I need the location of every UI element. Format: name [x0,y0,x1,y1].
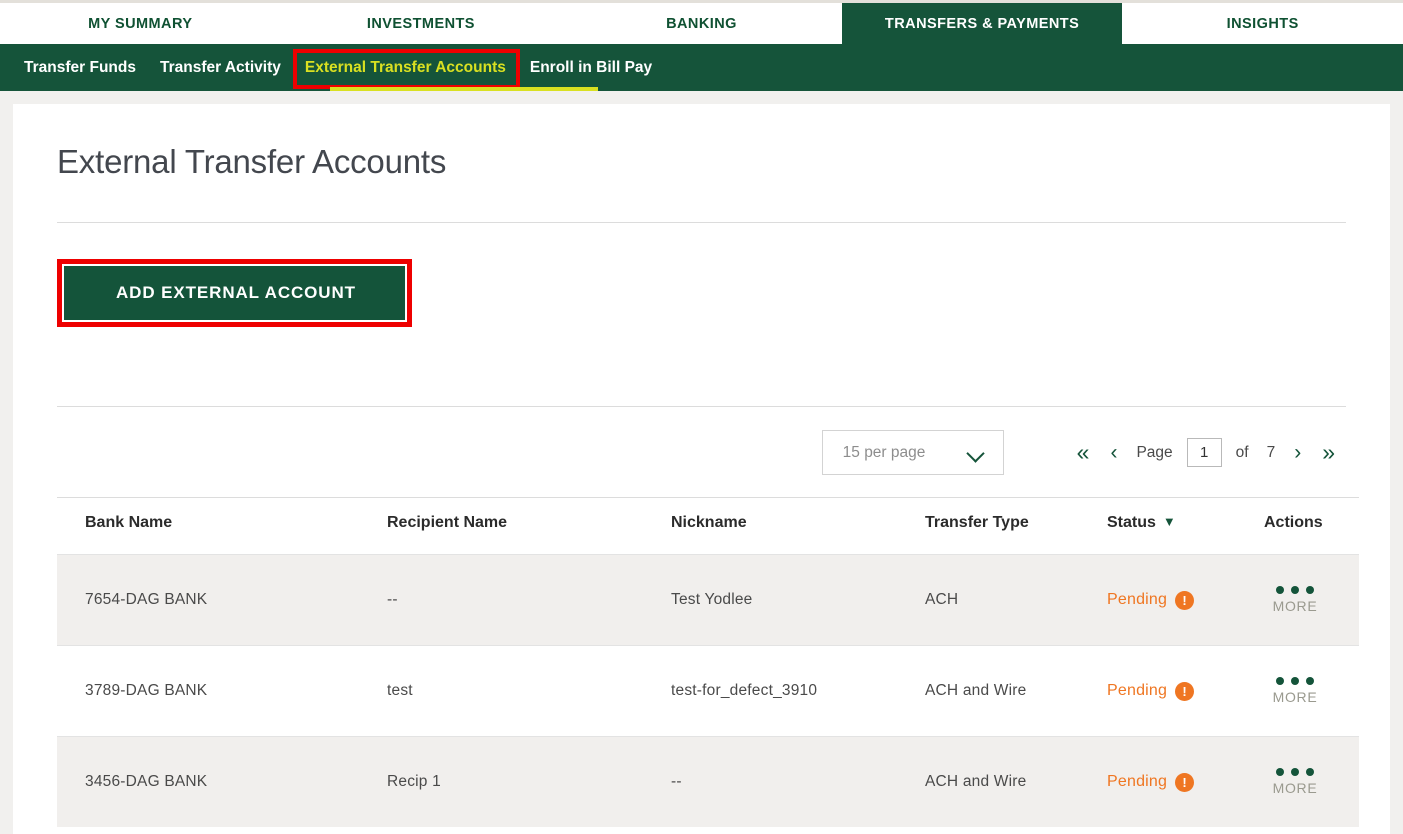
cell-status: Pending! [1107,554,1264,646]
cell-actions: MORE [1264,736,1359,827]
table-row: 7654-DAG BANK -- Test Yodlee ACH Pending! MOR… [57,554,1359,646]
page-title: External Transfer Accounts [57,143,447,180]
table-body: 7654-DAG BANK -- Test Yodlee ACH Pending! MOR… [57,554,1359,827]
of-label: of [1235,443,1249,461]
cell-nickname: -- [671,736,925,827]
cell-bank-name: 7654-DAG BANK [57,554,387,646]
subnav-item-enroll-in-bill-pay[interactable]: Enroll in Bill Pay [518,54,664,82]
external-accounts-table: Bank Name Recipient Name Nickname Transfer … [57,497,1359,827]
more-actions-button[interactable]: MORE [1264,677,1326,705]
sort-descending-icon[interactable]: ▼ [1163,514,1176,529]
column-header-label: Actions [1264,514,1323,531]
three-dots-icon [1276,586,1314,594]
status-text: Pending [1107,591,1168,608]
more-actions-button[interactable]: MORE [1264,586,1326,614]
first-page-icon[interactable]: « [1066,441,1101,464]
status-text: Pending [1107,773,1168,790]
more-label: MORE [1272,598,1318,614]
column-header-label: Bank Name [85,514,173,531]
column-header-actions[interactable]: Actions [1264,497,1359,555]
per-page-label: 15 per page [842,443,926,461]
chevron-down-icon [968,447,985,458]
primary-navigation: MY SUMMARY INVESTMENTS BANKING TRANSFERS & … [0,0,1403,44]
total-pages: 7 [1266,443,1276,461]
primary-tab-banking[interactable]: BANKING [561,3,842,44]
alert-exclamation-icon[interactable]: ! [1175,590,1195,610]
page-number-input[interactable] [1186,438,1222,467]
column-header-recipient-name[interactable]: Recipient Name [387,497,671,555]
page-wrapper: External Transfer Accounts ADD EXTERNAL … [0,91,1403,834]
primary-tab-insights[interactable]: INSIGHTS [1122,3,1403,44]
status-badge: Pending! [1107,590,1264,610]
content-card: External Transfer Accounts ADD EXTERNAL … [13,104,1390,834]
alert-exclamation-icon[interactable]: ! [1175,681,1195,701]
more-actions-button[interactable]: MORE [1264,768,1326,796]
cell-recipient-name: test [387,645,671,737]
more-label: MORE [1272,689,1318,705]
secondary-navigation: Transfer Funds Transfer Activity External … [0,44,1403,91]
status-badge: Pending! [1107,772,1264,792]
column-header-bank-name[interactable]: Bank Name [57,497,387,555]
cell-transfer-type: ACH and Wire [925,645,1107,737]
status-text: Pending [1107,682,1168,699]
three-dots-icon [1276,768,1314,776]
column-header-label: Status [1107,514,1156,531]
alert-exclamation-icon[interactable]: ! [1175,772,1195,792]
pagination-bar: 15 per page « ‹ Page of 7 › » [57,407,1346,497]
active-tab-underline [330,87,598,91]
subnav-item-transfer-funds[interactable]: Transfer Funds [12,54,148,82]
page-label: Page [1136,443,1173,461]
cell-bank-name: 3456-DAG BANK [57,736,387,827]
subnav-item-external-transfer-accounts[interactable]: External Transfer Accounts [292,48,520,89]
cell-nickname: Test Yodlee [671,554,925,646]
table-row: 3789-DAG BANK test test-for_defect_3910 ACH… [57,645,1359,737]
table-header: Bank Name Recipient Name Nickname Transfer … [57,497,1359,555]
cell-recipient-name: Recip 1 [387,736,671,827]
cell-actions: MORE [1264,554,1359,646]
cell-transfer-type: ACH [925,554,1107,646]
column-header-label: Transfer Type [925,514,1029,531]
pager-controls: « ‹ Page of 7 › » [1066,438,1346,467]
add-account-row: ADD EXTERNAL ACCOUNT [57,223,1346,365]
column-header-label: Nickname [671,514,747,531]
column-header-nickname[interactable]: Nickname [671,497,925,555]
cell-status: Pending! [1107,645,1264,737]
add-account-highlight-box: ADD EXTERNAL ACCOUNT [57,259,412,327]
table-header-row: Bank Name Recipient Name Nickname Transfer … [57,497,1359,555]
column-header-status[interactable]: Status ▼ [1107,497,1264,555]
cell-bank-name: 3789-DAG BANK [57,645,387,737]
primary-tab-transfers-payments[interactable]: TRANSFERS & PAYMENTS [841,3,1123,44]
column-header-transfer-type[interactable]: Transfer Type [925,497,1107,555]
cell-transfer-type: ACH and Wire [925,736,1107,827]
table-row: 3456-DAG BANK Recip 1 -- ACH and Wire Pendin… [57,736,1359,827]
status-badge: Pending! [1107,681,1264,701]
cell-nickname: test-for_defect_3910 [671,645,925,737]
cell-recipient-name: -- [387,554,671,646]
cell-status: Pending! [1107,736,1264,827]
cell-actions: MORE [1264,645,1359,737]
per-page-select[interactable]: 15 per page [821,430,1004,475]
column-header-label: Recipient Name [387,514,508,531]
primary-tab-my-summary[interactable]: MY SUMMARY [0,3,281,44]
more-label: MORE [1272,780,1318,796]
previous-page-icon[interactable]: ‹ [1100,442,1127,463]
three-dots-icon [1276,677,1314,685]
primary-tab-investments[interactable]: INVESTMENTS [280,3,562,44]
last-page-icon[interactable]: » [1311,441,1346,464]
subnav-item-transfer-activity[interactable]: Transfer Activity [148,54,293,82]
next-page-icon[interactable]: › [1284,442,1311,463]
add-external-account-button[interactable]: ADD EXTERNAL ACCOUNT [64,266,405,320]
